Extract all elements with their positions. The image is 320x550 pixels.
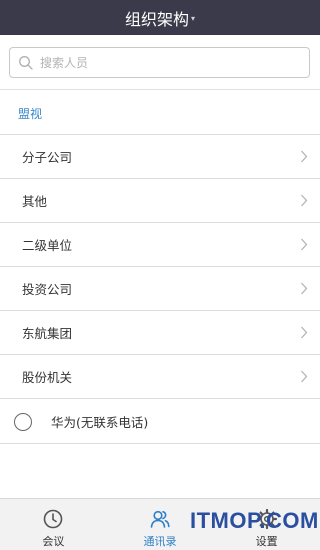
list-item[interactable]: 其他 [0, 179, 320, 223]
chevron-right-icon [301, 194, 308, 207]
list-item[interactable]: 分子公司 [0, 135, 320, 179]
clock-icon [44, 509, 63, 529]
tab-label: 设置 [255, 535, 278, 548]
top-bar: 组织架构 ▾ [0, 0, 320, 35]
search-icon [19, 56, 33, 70]
list-item-label: 投资公司 [22, 282, 73, 297]
list-item-label: 东航集团 [22, 326, 73, 341]
tab-label: 通讯录 [143, 535, 177, 548]
org-list: 分子公司 其他 二级单位 投资公司 东航集团 股份机关 [0, 135, 320, 399]
tab-label: 会议 [42, 535, 65, 548]
list-item[interactable]: 东航集团 [0, 311, 320, 355]
tab-settings[interactable]: 设置 [213, 499, 320, 550]
page-title[interactable]: 组织架构 [125, 6, 189, 30]
bottom-tab-bar: 会议 通讯录 设置 [0, 498, 320, 550]
chevron-right-icon [301, 282, 308, 295]
chevron-right-icon [301, 326, 308, 339]
breadcrumb[interactable]: 盟视 [18, 105, 42, 122]
tab-meeting[interactable]: 会议 [0, 499, 107, 550]
search-input[interactable] [40, 48, 300, 77]
list-item-label: 分子公司 [22, 150, 73, 165]
contact-row[interactable]: 华为(无联系电话) [0, 400, 320, 444]
tab-contacts[interactable]: 通讯录 [107, 499, 214, 550]
list-item[interactable]: 二级单位 [0, 223, 320, 267]
contact-label: 华为(无联系电话) [51, 415, 149, 430]
list-item[interactable]: 投资公司 [0, 267, 320, 311]
search-bar [0, 35, 320, 90]
chevron-right-icon [301, 150, 308, 163]
gear-icon [256, 508, 277, 530]
list-item[interactable]: 股份机关 [0, 355, 320, 399]
list-item-label: 其他 [22, 194, 48, 209]
dropdown-caret-icon[interactable]: ▾ [191, 14, 195, 23]
contacts-icon [150, 510, 170, 528]
chevron-right-icon [301, 238, 308, 251]
list-item-label: 二级单位 [22, 238, 73, 253]
chevron-right-icon [301, 370, 308, 383]
select-radio[interactable] [14, 412, 32, 431]
search-box[interactable] [9, 47, 310, 78]
list-item-label: 股份机关 [22, 370, 73, 385]
